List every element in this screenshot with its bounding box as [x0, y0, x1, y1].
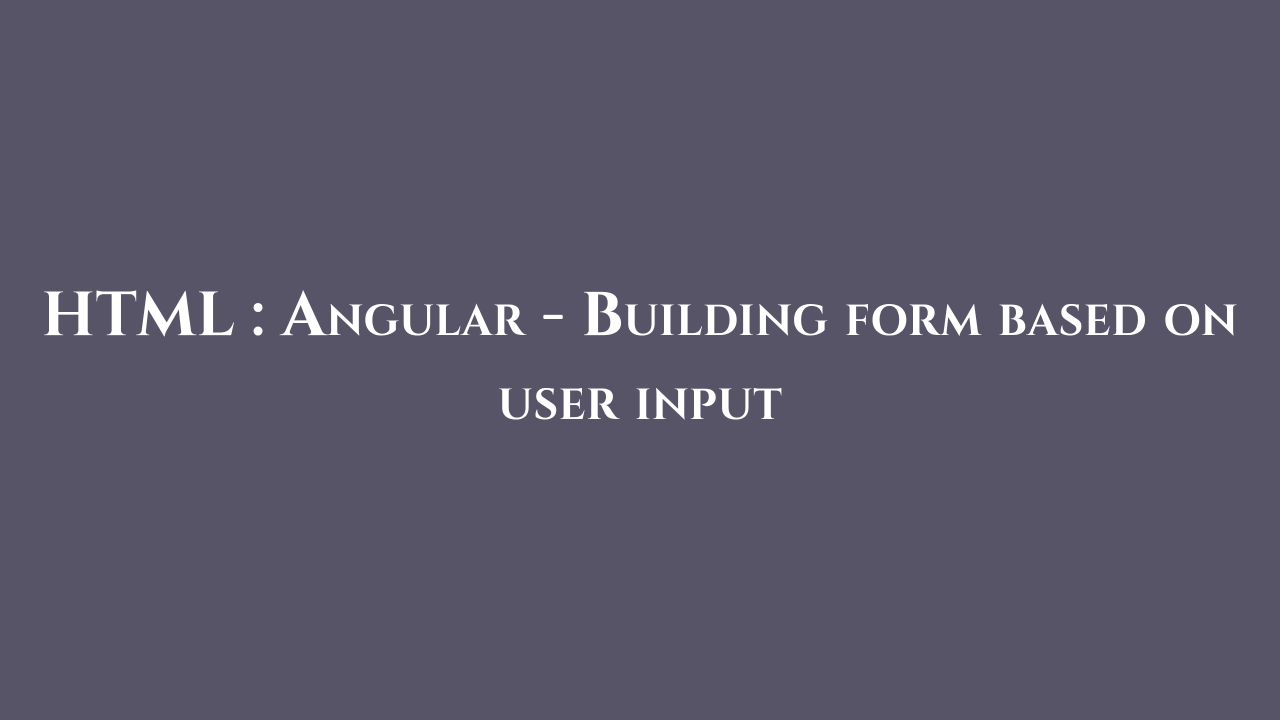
title-card-text: HTML : Angular - Building form based on … — [0, 276, 1280, 443]
